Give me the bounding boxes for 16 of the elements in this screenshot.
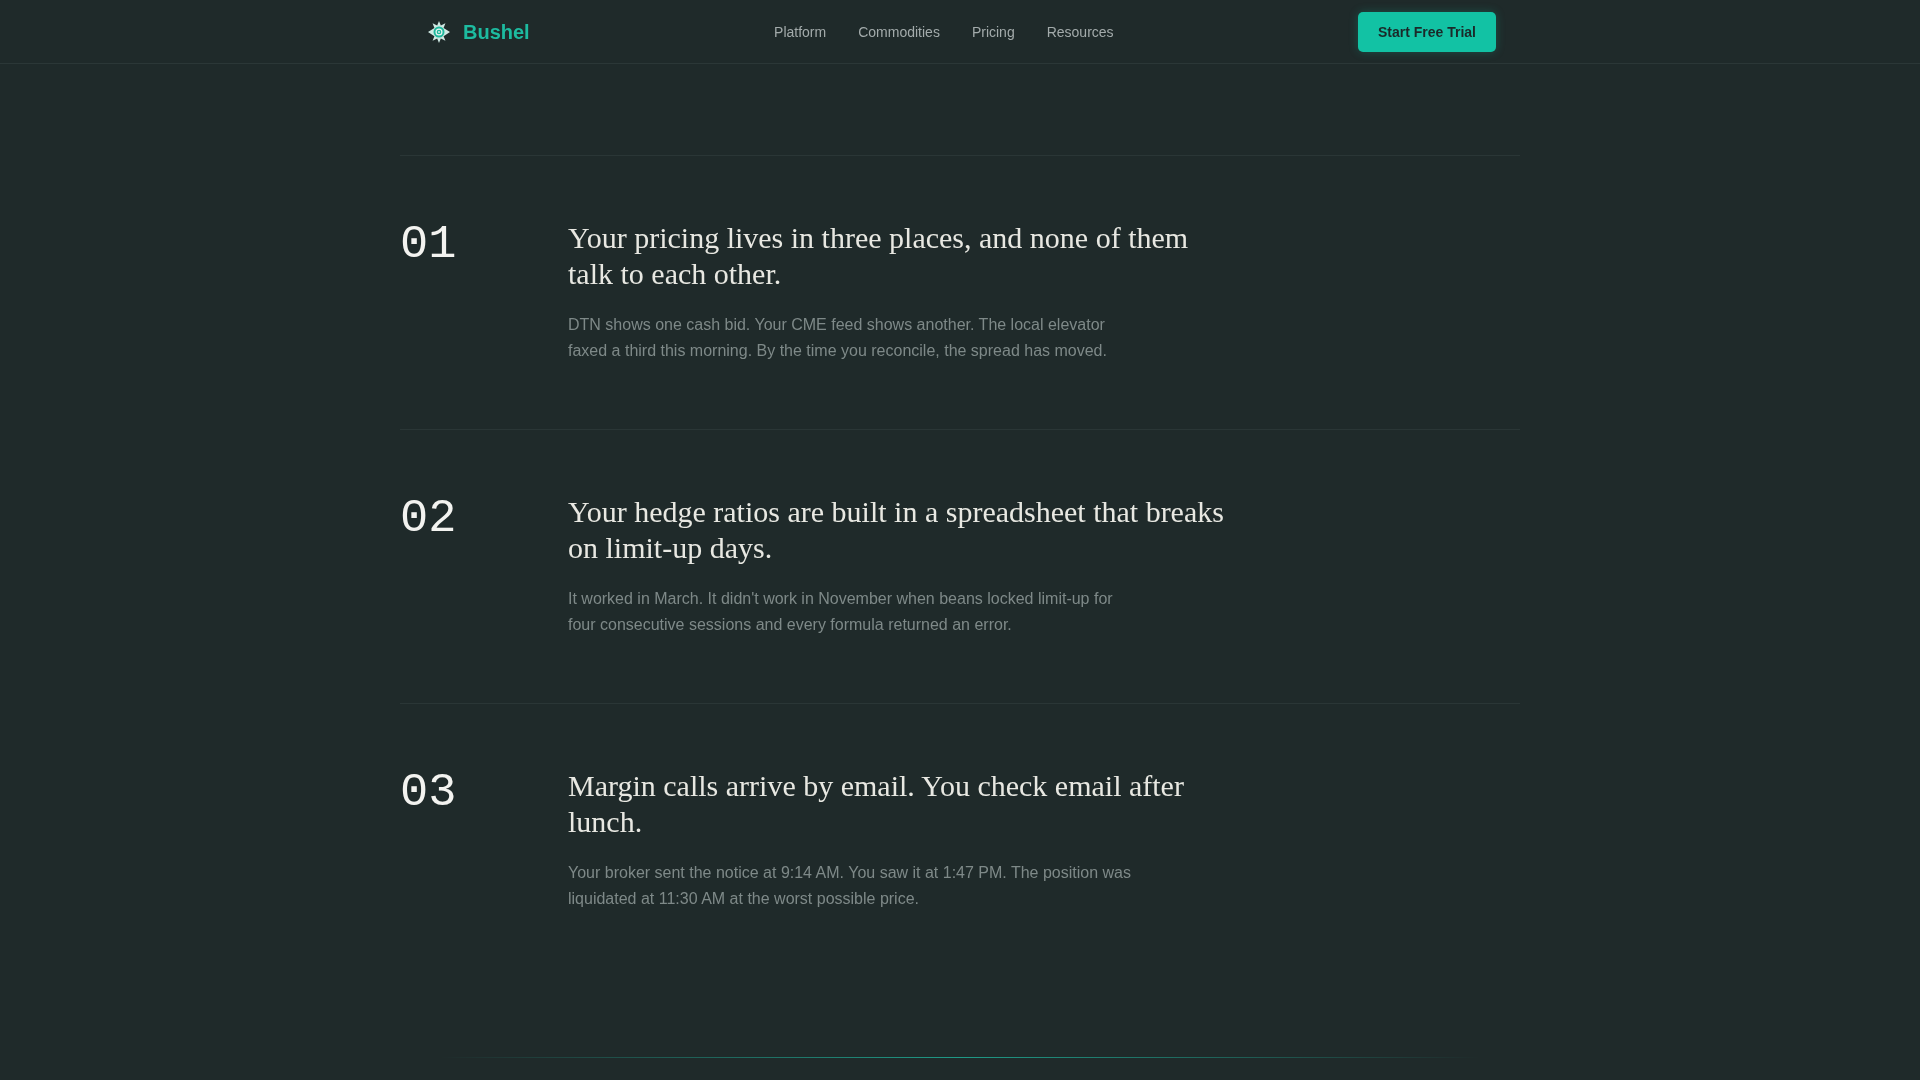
item-description: It worked in March. It didn't work in November when beans locked limit-up for four consecutive sessions and every formula returned an error. bbox=[568, 589, 1114, 635]
start-trial-button[interactable]: Start Free Trial bbox=[1358, 11, 1496, 52]
item-title: Your hedge ratios are built in a spreadsheet that breaks on limit-up days. bbox=[568, 494, 1225, 566]
item-description: DTN shows one cash bid. Your CME feed shows another. The local elevator faxed a third this morning. By the time you reconcile, the spread has moved. bbox=[568, 315, 1108, 361]
nav-link[interactable]: Platform bbox=[774, 22, 827, 41]
item-title: Margin calls arrive by email. You check email after lunch. bbox=[568, 768, 1185, 840]
starburst-icon bbox=[428, 20, 450, 43]
item-number: 01 bbox=[400, 219, 457, 271]
item-number: 02 bbox=[400, 493, 457, 545]
brand-name[interactable]: Bushel bbox=[463, 19, 530, 44]
item-description: Your broker sent the notice at 9:14 AM. You saw it at 1:47 PM. The position was liquidated at 11:30 AM at the worst possible price. bbox=[568, 863, 1132, 909]
item-title: Your pricing lives in three places, and none of them talk to each other. bbox=[568, 220, 1190, 292]
nav-link[interactable]: Resources bbox=[1046, 22, 1114, 41]
item-number: 03 bbox=[400, 767, 457, 819]
nav-link[interactable]: Pricing bbox=[971, 22, 1015, 41]
nav-link[interactable]: Commodities bbox=[858, 22, 940, 41]
